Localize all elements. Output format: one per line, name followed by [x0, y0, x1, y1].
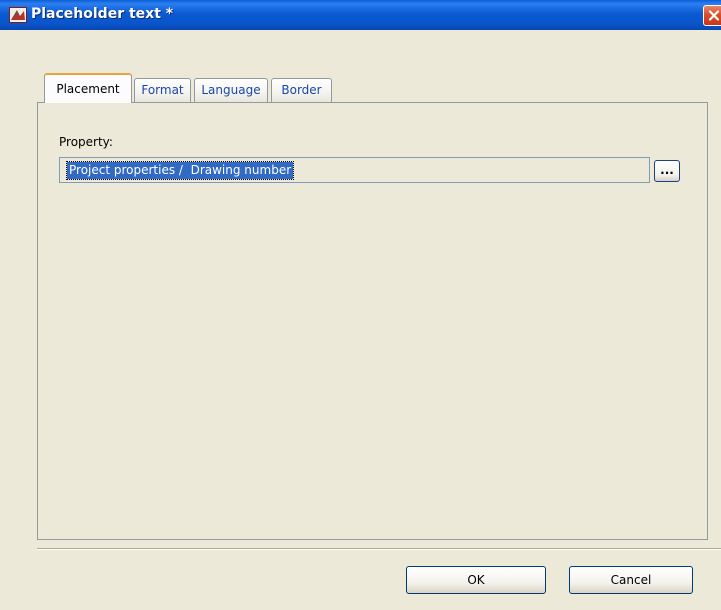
close-icon	[707, 9, 721, 22]
cancel-button[interactable]: Cancel	[569, 566, 693, 594]
tab-placement[interactable]: Placement	[44, 73, 132, 103]
tab-format[interactable]: Format	[134, 78, 191, 102]
tab-language[interactable]: Language	[194, 78, 268, 102]
property-label: Property:	[59, 135, 113, 149]
browse-button[interactable]: ...	[654, 160, 680, 182]
property-value: Project properties / Drawing number	[65, 161, 295, 180]
window-title: Placeholder text *	[31, 6, 174, 22]
ok-button[interactable]: OK	[406, 566, 546, 594]
close-button[interactable]	[703, 5, 721, 26]
property-field[interactable]: Project properties / Drawing number	[59, 157, 650, 183]
separator	[37, 548, 721, 550]
app-logo-icon	[9, 7, 27, 23]
title-bar: Placeholder text *	[0, 0, 721, 30]
tab-border[interactable]: Border	[271, 78, 332, 102]
